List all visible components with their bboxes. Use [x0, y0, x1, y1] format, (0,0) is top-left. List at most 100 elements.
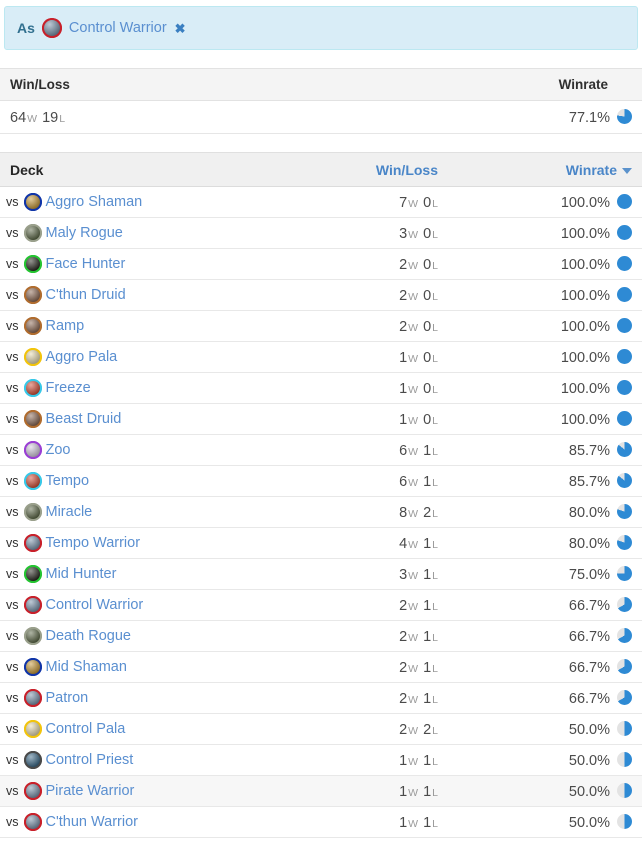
- matchup-wins: 2: [399, 287, 408, 304]
- summary-header-winloss: Win/Loss: [0, 68, 330, 101]
- remove-filter-icon[interactable]: ✖: [175, 22, 186, 35]
- sort-descending-caret-icon: [622, 167, 632, 174]
- table-row[interactable]: vs Aggro Pala 1W 0L 100.0%: [0, 341, 642, 373]
- matchup-wins-suffix: W: [408, 600, 419, 613]
- table-row[interactable]: vs Zoo 6W 1L 85.7%: [0, 434, 642, 466]
- winrate-pie-icon: [617, 751, 632, 767]
- matchup-deck-link[interactable]: Tempo: [46, 473, 90, 489]
- matchup-winrate-value: 100.0%: [560, 349, 610, 366]
- table-row[interactable]: vs Aggro Shaman 7W 0L 100.0%: [0, 186, 642, 218]
- matchup-wins: 4: [399, 535, 408, 552]
- summary-header-row: Win/Loss Winrate: [0, 68, 642, 101]
- matchup-wins-suffix: W: [408, 228, 419, 241]
- table-row[interactable]: vs Freeze 1W 0L 100.0%: [0, 372, 642, 404]
- matchup-wins-suffix: W: [408, 290, 419, 303]
- matchup-wins: 6: [399, 473, 408, 490]
- table-row[interactable]: vs Miracle 8W 2L 80.0%: [0, 496, 642, 528]
- summary-table: Win/Loss Winrate 64W 19L 77.1%: [0, 68, 642, 134]
- table-row[interactable]: vs Mid Shaman 2W 1L 66.7%: [0, 651, 642, 683]
- matchup-deck-link[interactable]: Control Pala: [46, 721, 126, 737]
- table-row[interactable]: vs Control Priest 1W 1L 50.0%: [0, 744, 642, 776]
- table-row[interactable]: vs Ramp 2W 0L 100.0%: [0, 310, 642, 342]
- table-row[interactable]: vs Control Warrior 2W 1L 66.7%: [0, 589, 642, 621]
- vs-label: vs: [6, 629, 19, 644]
- matchup-deck-link[interactable]: C'thun Warrior: [46, 814, 138, 830]
- rogue-class-icon: [23, 503, 42, 522]
- table-row[interactable]: vs Control Pala 2W 2L 50.0%: [0, 713, 642, 745]
- matchup-deck-link[interactable]: Beast Druid: [46, 411, 122, 427]
- matchup-winrate-cell: 100.0%: [470, 217, 642, 249]
- matchup-deck-cell: vs Death Rogue: [0, 620, 330, 652]
- winrate-pie-icon: [617, 286, 632, 302]
- matchup-deck-link[interactable]: Pirate Warrior: [46, 783, 135, 799]
- matchup-winrate-value: 80.0%: [568, 504, 610, 521]
- matchup-losses-suffix: L: [432, 476, 438, 489]
- mage-class-icon: [23, 379, 42, 398]
- winrate-pie-icon: [617, 689, 632, 705]
- matchup-deck-link[interactable]: C'thun Druid: [46, 287, 126, 303]
- matchup-losses-suffix: L: [432, 352, 438, 365]
- matchup-deck-link[interactable]: Patron: [46, 690, 89, 706]
- matchup-deck-link[interactable]: Aggro Pala: [46, 349, 118, 365]
- table-row[interactable]: vs C'thun Warrior 1W 1L 50.0%: [0, 806, 642, 838]
- matchup-wins-suffix: W: [408, 476, 419, 489]
- filter-deck-name[interactable]: Control Warrior: [69, 20, 167, 36]
- matchup-losses: 1: [423, 566, 432, 583]
- matchup-wins-suffix: W: [408, 445, 419, 458]
- table-row[interactable]: vs Patron 2W 1L 66.7%: [0, 682, 642, 714]
- matchup-deck-link[interactable]: Face Hunter: [46, 256, 126, 272]
- warrior-class-icon: [41, 18, 62, 38]
- matchup-deck-link[interactable]: Control Priest: [46, 752, 134, 768]
- table-row[interactable]: vs Tempo Warrior 4W 1L 80.0%: [0, 527, 642, 559]
- matchup-deck-cell: vs Beast Druid: [0, 403, 330, 435]
- matchup-wins-suffix: W: [408, 786, 419, 799]
- matchup-winrate-cell: 100.0%: [470, 372, 642, 404]
- matchup-deck-link[interactable]: Aggro Shaman: [46, 194, 143, 210]
- matchup-winrate-cell: 66.7%: [470, 651, 642, 683]
- matchup-winloss-cell: 8W 2L: [330, 496, 470, 528]
- matchup-deck-link[interactable]: Freeze: [46, 380, 91, 396]
- matchup-deck-cell: vs Aggro Pala: [0, 341, 330, 373]
- matchup-losses-suffix: L: [432, 724, 438, 737]
- matchup-losses-suffix: L: [432, 662, 438, 675]
- table-row[interactable]: vs C'thun Druid 2W 0L 100.0%: [0, 279, 642, 311]
- matchup-deck-link[interactable]: Miracle: [46, 504, 93, 520]
- matchup-deck-link[interactable]: Mid Hunter: [46, 566, 117, 582]
- matchup-deck-cell: vs C'thun Warrior: [0, 806, 330, 838]
- vs-label: vs: [6, 722, 19, 737]
- summary-winrate-pie-icon: [617, 108, 632, 124]
- matchup-winrate-cell: 100.0%: [470, 248, 642, 280]
- vs-label: vs: [6, 319, 19, 334]
- matchup-winrate-cell: 100.0%: [470, 341, 642, 373]
- matchup-winloss-cell: 2W 2L: [330, 713, 470, 745]
- matchup-losses: 1: [423, 814, 432, 831]
- table-row[interactable]: vs Face Hunter 2W 0L 100.0%: [0, 248, 642, 280]
- summary-row: 64W 19L 77.1%: [0, 100, 642, 134]
- matchup-losses-suffix: L: [432, 383, 438, 396]
- table-row[interactable]: vs Mid Hunter 3W 1L 75.0%: [0, 558, 642, 590]
- summary-winrate-cell: 77.1%: [330, 100, 642, 134]
- vs-label: vs: [6, 226, 19, 241]
- table-row[interactable]: vs Pirate Warrior 1W 1L 50.0%: [0, 775, 642, 807]
- matchup-deck-link[interactable]: Maly Rogue: [46, 225, 123, 241]
- matchup-wins-suffix: W: [408, 817, 419, 830]
- matchup-losses-suffix: L: [432, 228, 438, 241]
- column-header-winrate[interactable]: Winrate: [470, 152, 642, 187]
- matchup-deck-link[interactable]: Tempo Warrior: [46, 535, 141, 551]
- matchup-deck-link[interactable]: Ramp: [46, 318, 85, 334]
- matchup-winrate-cell: 50.0%: [470, 806, 642, 838]
- matchup-deck-link[interactable]: Zoo: [46, 442, 71, 458]
- table-row[interactable]: vs Death Rogue 2W 1L 66.7%: [0, 620, 642, 652]
- column-header-deck[interactable]: Deck: [0, 152, 330, 187]
- table-row[interactable]: vs Beast Druid 1W 0L 100.0%: [0, 403, 642, 435]
- table-row[interactable]: vs Tempo 6W 1L 85.7%: [0, 465, 642, 497]
- matchup-winrate-cell: 85.7%: [470, 465, 642, 497]
- matchup-deck-link[interactable]: Control Warrior: [46, 597, 144, 613]
- matchup-wins-suffix: W: [408, 693, 419, 706]
- matchup-winrate-value: 50.0%: [568, 752, 610, 769]
- matchup-deck-link[interactable]: Mid Shaman: [46, 659, 127, 675]
- table-row[interactable]: vs Maly Rogue 3W 0L 100.0%: [0, 217, 642, 249]
- column-header-winloss[interactable]: Win/Loss: [330, 152, 470, 187]
- matchup-losses: 2: [423, 721, 432, 738]
- matchup-deck-link[interactable]: Death Rogue: [46, 628, 131, 644]
